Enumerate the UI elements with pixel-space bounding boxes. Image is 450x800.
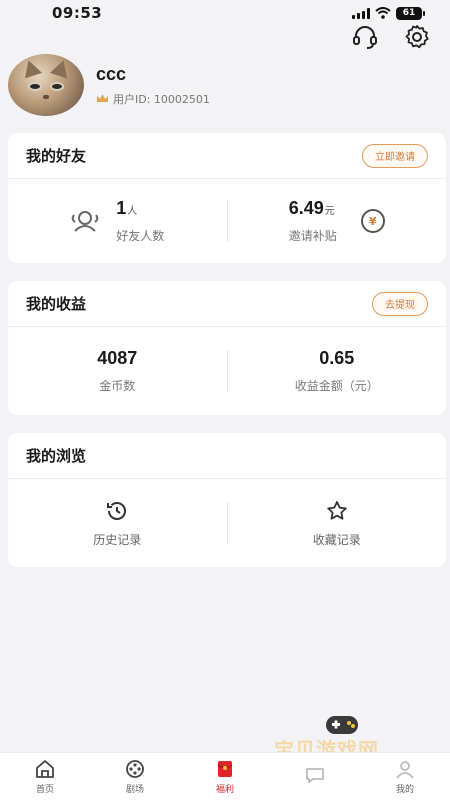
friends-card-header: 我的好友 立即邀请 bbox=[8, 133, 446, 179]
settings-gear-icon[interactable] bbox=[402, 22, 432, 52]
favorites-button[interactable]: 收藏记录 bbox=[228, 499, 447, 548]
friends-card: 我的好友 立即邀请 1人 好友人数 6.49元 邀请补贴 ¥ bbox=[8, 133, 446, 263]
earnings-amount-label: 收益金额（元） bbox=[294, 379, 379, 393]
tab-label: 首页 bbox=[35, 784, 54, 795]
friend-count-value: 1 bbox=[116, 198, 127, 218]
tab-label: 福利 bbox=[215, 784, 234, 795]
invite-subsidy-unit: 元 bbox=[324, 206, 335, 217]
star-icon bbox=[327, 500, 347, 520]
tab-label: 我的 bbox=[395, 784, 414, 795]
crown-icon bbox=[97, 94, 108, 102]
friends-stats: 1人 好友人数 6.49元 邀请补贴 ¥ bbox=[8, 179, 446, 263]
yen-coin-icon: ¥ bbox=[360, 209, 385, 233]
invite-now-button[interactable]: 立即邀请 bbox=[362, 143, 428, 168]
tab-label: 剧场 bbox=[125, 784, 144, 795]
browsing-shortcuts: 历史记录 收藏记录 bbox=[8, 479, 446, 567]
status-icons: 61 bbox=[352, 6, 425, 20]
friend-count-cell[interactable]: 1人 好友人数 bbox=[8, 198, 227, 244]
user-id-row: 用户ID: 10002501 bbox=[96, 91, 210, 107]
friend-count-label: 好友人数 bbox=[116, 229, 165, 243]
friend-count-unit: 人 bbox=[127, 206, 138, 217]
invite-subsidy-value: 6.49 bbox=[288, 198, 324, 218]
top-actions bbox=[350, 22, 432, 52]
profile-header[interactable]: ccc 用户ID: 10002501 bbox=[8, 54, 210, 116]
user-meta: ccc 用户ID: 10002501 bbox=[96, 64, 210, 107]
user-id: 用户ID: 10002501 bbox=[113, 92, 210, 106]
favorites-label: 收藏记录 bbox=[312, 532, 361, 547]
user-name: ccc bbox=[96, 63, 127, 84]
coins-stat: 4087 金币数 bbox=[97, 348, 137, 394]
invite-subsidy-stat: 6.49元 邀请补贴 bbox=[289, 198, 337, 244]
earnings-card-header: 我的收益 去提现 bbox=[8, 281, 446, 327]
wifi-icon bbox=[375, 7, 391, 19]
film-reel-icon bbox=[126, 759, 144, 778]
history-clock-icon bbox=[107, 501, 127, 520]
yen-symbol: ¥ bbox=[368, 214, 377, 228]
signal-icon bbox=[352, 7, 370, 19]
tab-chat[interactable] bbox=[270, 765, 360, 788]
earnings-amount-stat: 0.65 收益金额（元） bbox=[295, 348, 379, 394]
friend-count-stat: 1人 好友人数 bbox=[116, 198, 164, 244]
earnings-amount-value: 0.65 bbox=[319, 348, 355, 368]
friends-icon bbox=[71, 211, 99, 232]
earnings-amount-cell[interactable]: 0.65 收益金额（元） bbox=[228, 348, 447, 394]
gamepad-icon bbox=[326, 716, 358, 734]
history-label: 历史记录 bbox=[93, 532, 142, 547]
earnings-title: 我的收益 bbox=[26, 295, 87, 313]
tab-mine[interactable]: 我的 bbox=[360, 759, 450, 795]
browsing-card: 我的浏览 历史记录 收藏记录 bbox=[8, 433, 446, 567]
browsing-title: 我的浏览 bbox=[26, 447, 87, 465]
invite-subsidy-label: 邀请补贴 bbox=[288, 229, 337, 243]
friends-title: 我的好友 bbox=[26, 147, 87, 165]
tab-theater[interactable]: 剧场 bbox=[90, 759, 180, 795]
coins-cell[interactable]: 4087 金币数 bbox=[8, 348, 227, 394]
home-icon bbox=[36, 759, 54, 778]
withdraw-button[interactable]: 去提现 bbox=[372, 291, 428, 316]
profile-icon bbox=[396, 760, 414, 779]
earnings-stats: 4087 金币数 0.65 收益金额（元） bbox=[8, 327, 446, 415]
browsing-card-header: 我的浏览 bbox=[8, 433, 446, 479]
earnings-card: 我的收益 去提现 4087 金币数 0.65 收益金额（元） bbox=[8, 281, 446, 415]
red-envelope-icon bbox=[217, 760, 233, 777]
status-time: 09:53 bbox=[52, 4, 103, 22]
invite-subsidy-cell[interactable]: 6.49元 邀请补贴 ¥ bbox=[228, 198, 447, 244]
coins-label: 金币数 bbox=[99, 379, 136, 393]
chat-icon bbox=[306, 768, 324, 783]
tab-home[interactable]: 首页 bbox=[0, 759, 90, 795]
history-button[interactable]: 历史记录 bbox=[8, 499, 227, 548]
avatar[interactable] bbox=[8, 54, 84, 116]
battery-icon: 61 bbox=[396, 6, 425, 20]
customer-service-icon[interactable] bbox=[350, 22, 380, 52]
tab-welfare[interactable]: 福利 bbox=[180, 759, 270, 795]
coins-value: 4087 bbox=[97, 348, 138, 368]
bottom-tab-bar: 首页 剧场 福利 我的 bbox=[0, 752, 450, 800]
